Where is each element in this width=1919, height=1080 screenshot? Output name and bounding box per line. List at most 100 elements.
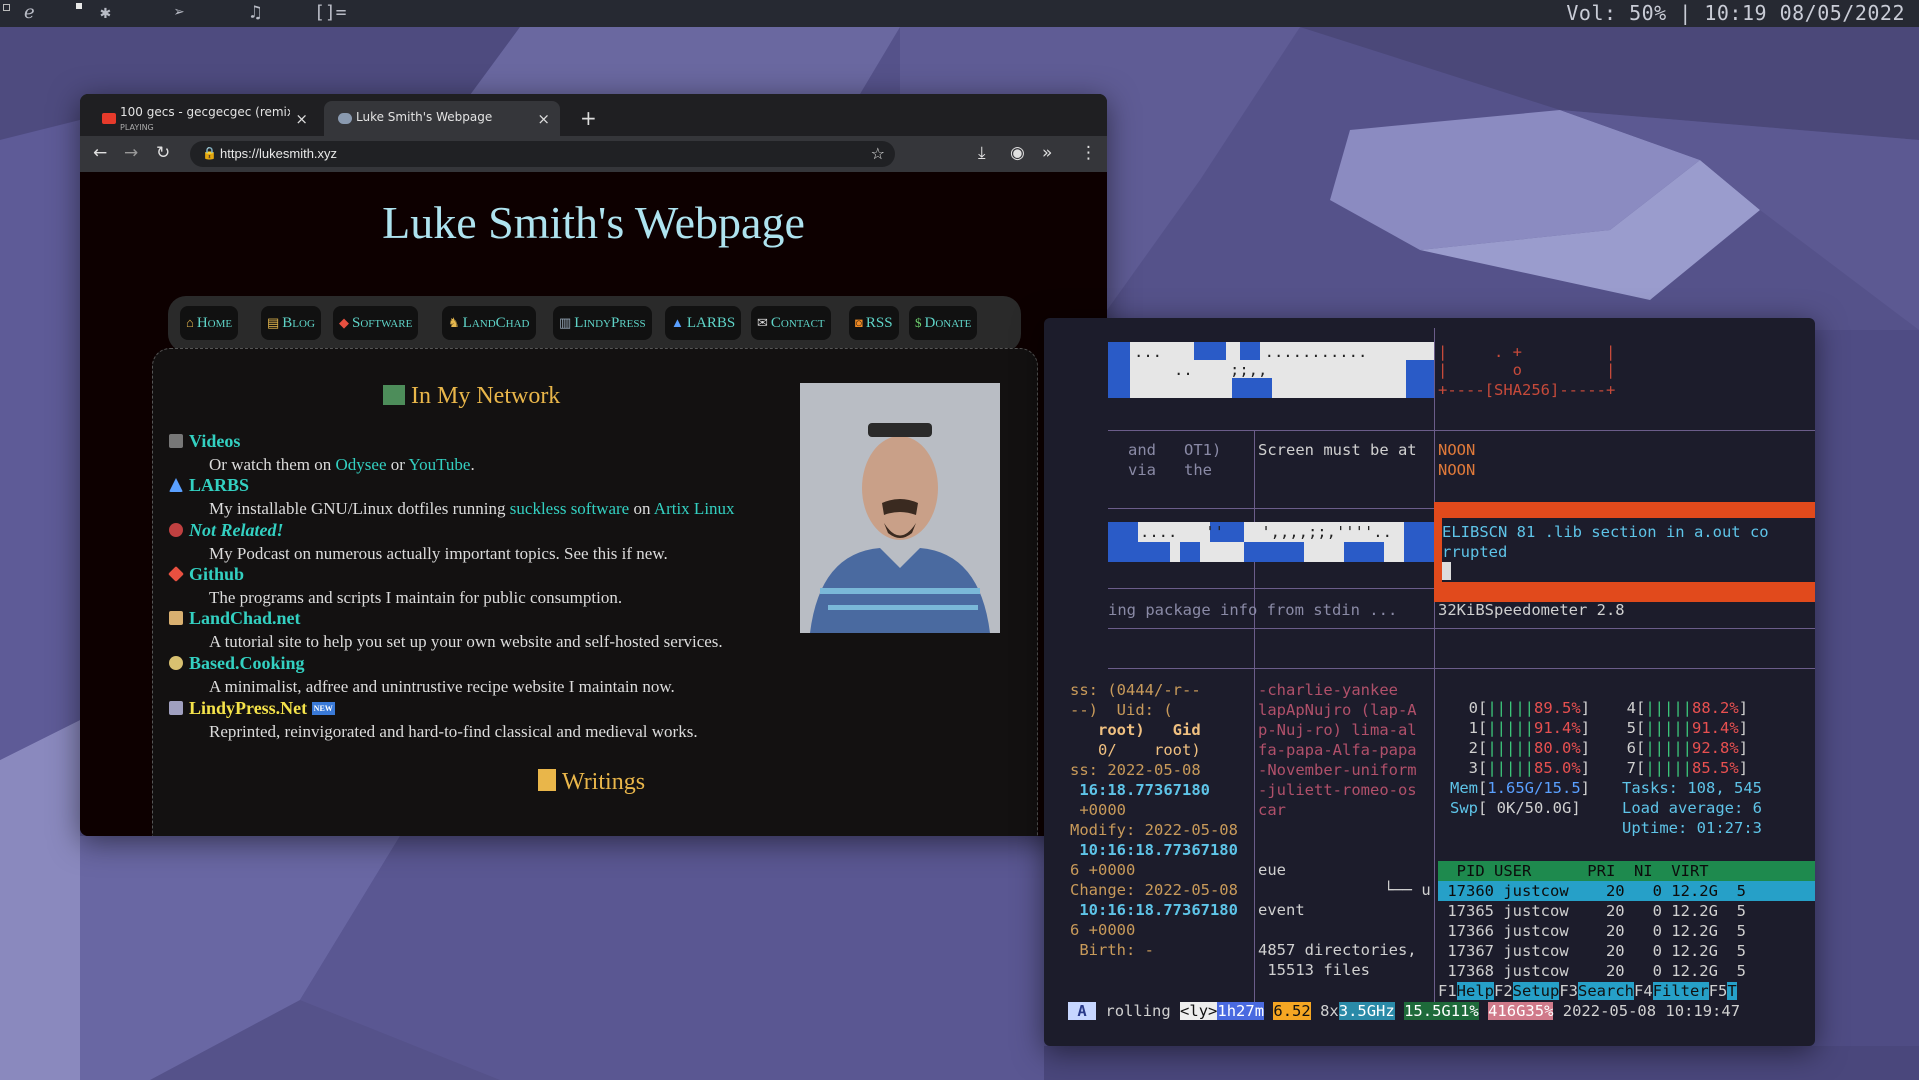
nato-line: lapApNujro (lap-A: [1258, 701, 1417, 719]
scroll-icon: [538, 769, 556, 791]
menu-contact[interactable]: ✉ Contact: [751, 306, 831, 340]
load-badge: 6.52: [1273, 1002, 1311, 1020]
cpu-id: 6: [1626, 739, 1636, 757]
forward-icon[interactable]: →: [124, 143, 138, 163]
menu-label: LandChad: [462, 315, 530, 331]
uptime-text: Uptime: 01:27:3: [1622, 819, 1762, 837]
fkey-label[interactable]: Filter: [1652, 982, 1709, 1000]
back-icon[interactable]: ←: [93, 143, 107, 163]
terminal-window[interactable]: ... ........... .. ;;,, | . + | | o | +-…: [1044, 318, 1815, 1046]
entry-landchad[interactable]: LandChad.net: [169, 608, 301, 629]
artix-link[interactable]: Artix Linux: [654, 499, 735, 518]
fkey[interactable]: F3: [1559, 982, 1578, 1000]
block-art: [1344, 542, 1384, 562]
sha-art: | o |: [1438, 361, 1616, 379]
menu-home[interactable]: ⌂ Home: [180, 306, 239, 340]
gear-icon[interactable]: ✱: [100, 2, 111, 23]
desc-text: or: [386, 455, 409, 474]
menu-kebab-icon[interactable]: ⋮: [1080, 143, 1097, 163]
close-tab-icon[interactable]: ×: [537, 110, 550, 128]
nato-line: p-Nuj-ro) lima-al: [1258, 721, 1417, 739]
suckless-link[interactable]: suckless software: [510, 499, 629, 518]
htop-row[interactable]: 17365 justcow 20 0 12.2G 5: [1438, 901, 1746, 921]
mem-value: 1.65G/15.5: [1487, 779, 1581, 797]
close-tab-icon[interactable]: ×: [295, 110, 308, 128]
url-text[interactable]: https://lukesmith.xyz: [220, 146, 337, 161]
entry-videos[interactable]: Videos: [169, 431, 240, 452]
entry-lindypress[interactable]: LindyPress.Net NEW: [169, 698, 335, 719]
fkey-label[interactable]: Search: [1578, 982, 1635, 1000]
entry-based-cooking[interactable]: Based.Cooking: [169, 653, 305, 674]
entry-github[interactable]: Github: [168, 564, 244, 585]
htop-row-selected[interactable]: 17360 justcow 20 0 12.2G 5: [1438, 881, 1815, 901]
window-name[interactable]: <ly>: [1180, 1002, 1218, 1020]
stat-line: Birth: -: [1070, 941, 1154, 959]
stat-line: 6 +0000: [1070, 921, 1136, 939]
browser-icon[interactable]: ℯ: [24, 2, 35, 23]
tab-music[interactable]: 100 gecs - gecgecgec (remix) (Sl PLAYING…: [88, 101, 318, 136]
block-art: [1232, 378, 1272, 398]
bookmark-star-icon[interactable]: ☆: [871, 144, 885, 163]
status-text: Vol: 50% | 10:19 08/05/2022: [1566, 1, 1905, 25]
menu-larbs[interactable]: ▲ LARBS: [665, 306, 742, 340]
money-icon: $: [915, 315, 922, 330]
fkey[interactable]: F2: [1494, 982, 1513, 1000]
landchad-icon: ♞: [448, 315, 460, 330]
menu-landchad[interactable]: ♞ LandChad: [442, 306, 536, 340]
htop-row[interactable]: 17366 justcow 20 0 12.2G 5: [1438, 921, 1746, 941]
address-bar[interactable]: 🔒 https://lukesmith.xyz ☆: [190, 141, 895, 167]
layout-indicator[interactable]: []=: [314, 2, 347, 23]
menu-donate[interactable]: $ Donate: [909, 306, 978, 340]
htop-row[interactable]: 17368 justcow 20 0 12.2G 5: [1438, 961, 1746, 981]
nato-line: -charlie-yankee: [1258, 681, 1398, 699]
entry-not-related[interactable]: Not Related!: [169, 520, 284, 541]
extension-icon[interactable]: ◉: [1010, 143, 1025, 163]
fkey[interactable]: F1: [1438, 982, 1457, 1000]
tab-subtitle: PLAYING: [120, 123, 154, 132]
entry-desc: My Podcast on numerous actually importan…: [209, 544, 668, 563]
menu-lindypress[interactable]: ▥ LindyPress: [553, 306, 652, 340]
fkey-label[interactable]: Help: [1456, 982, 1494, 1000]
send-icon[interactable]: ➢: [174, 2, 185, 23]
entry-larbs[interactable]: LARBS: [169, 475, 249, 496]
desc-text: My installable GNU/Linux dotfiles runnin…: [209, 499, 510, 518]
block-art: [1108, 342, 1130, 398]
datetime-text: 2022-05-08 10:19:47: [1562, 1002, 1741, 1020]
section-heading-text: In My Network: [411, 383, 561, 409]
menu-label: LARBS: [686, 315, 736, 331]
fkey[interactable]: F4: [1634, 982, 1653, 1000]
mem-badge: 15.5G11%: [1404, 1002, 1479, 1020]
odysee-link[interactable]: Odysee: [336, 455, 387, 474]
menu-label: Software: [352, 315, 413, 331]
music-icon[interactable]: ♫: [250, 2, 261, 23]
fkey-label[interactable]: T: [1727, 982, 1737, 1000]
menu-blog[interactable]: ▤ Blog: [261, 306, 321, 340]
nato-line: car: [1258, 801, 1286, 819]
reload-icon[interactable]: ↻: [156, 143, 170, 163]
entry-title: LandChad.net: [189, 608, 301, 628]
stat-line: 10:16:18.77367180: [1070, 901, 1238, 919]
landscape-icon: [383, 385, 405, 405]
block-art: [1108, 542, 1170, 562]
lock-icon: 🔒: [202, 146, 217, 160]
menu-software[interactable]: ◆ Software: [333, 306, 419, 340]
stat-line: +0000: [1070, 801, 1126, 819]
more-extensions-icon[interactable]: »: [1042, 143, 1052, 163]
podcast-icon: [169, 523, 183, 537]
youtube-link[interactable]: YouTube: [409, 455, 471, 474]
new-tab-button[interactable]: +: [580, 106, 597, 130]
fkey[interactable]: F5: [1709, 982, 1728, 1000]
desc-text: on: [629, 499, 654, 518]
tree-line: └── u: [1384, 881, 1431, 899]
nato-line: -juliett-romeo-os: [1258, 781, 1417, 799]
arch-icon: ▲: [671, 315, 684, 330]
mem-label: Mem: [1450, 779, 1478, 797]
download-icon[interactable]: ⤓: [978, 143, 986, 163]
pane-text: via the: [1128, 461, 1212, 479]
fkey-label[interactable]: Setup: [1512, 982, 1560, 1000]
tab-lukesmith[interactable]: Luke Smith's Webpage ×: [324, 101, 560, 136]
books-icon: ▥: [559, 315, 572, 330]
entry-desc: A tutorial site to help you set up your …: [209, 632, 723, 651]
menu-rss[interactable]: ◙ RSS: [849, 306, 899, 340]
htop-row[interactable]: 17367 justcow 20 0 12.2G 5: [1438, 941, 1746, 961]
